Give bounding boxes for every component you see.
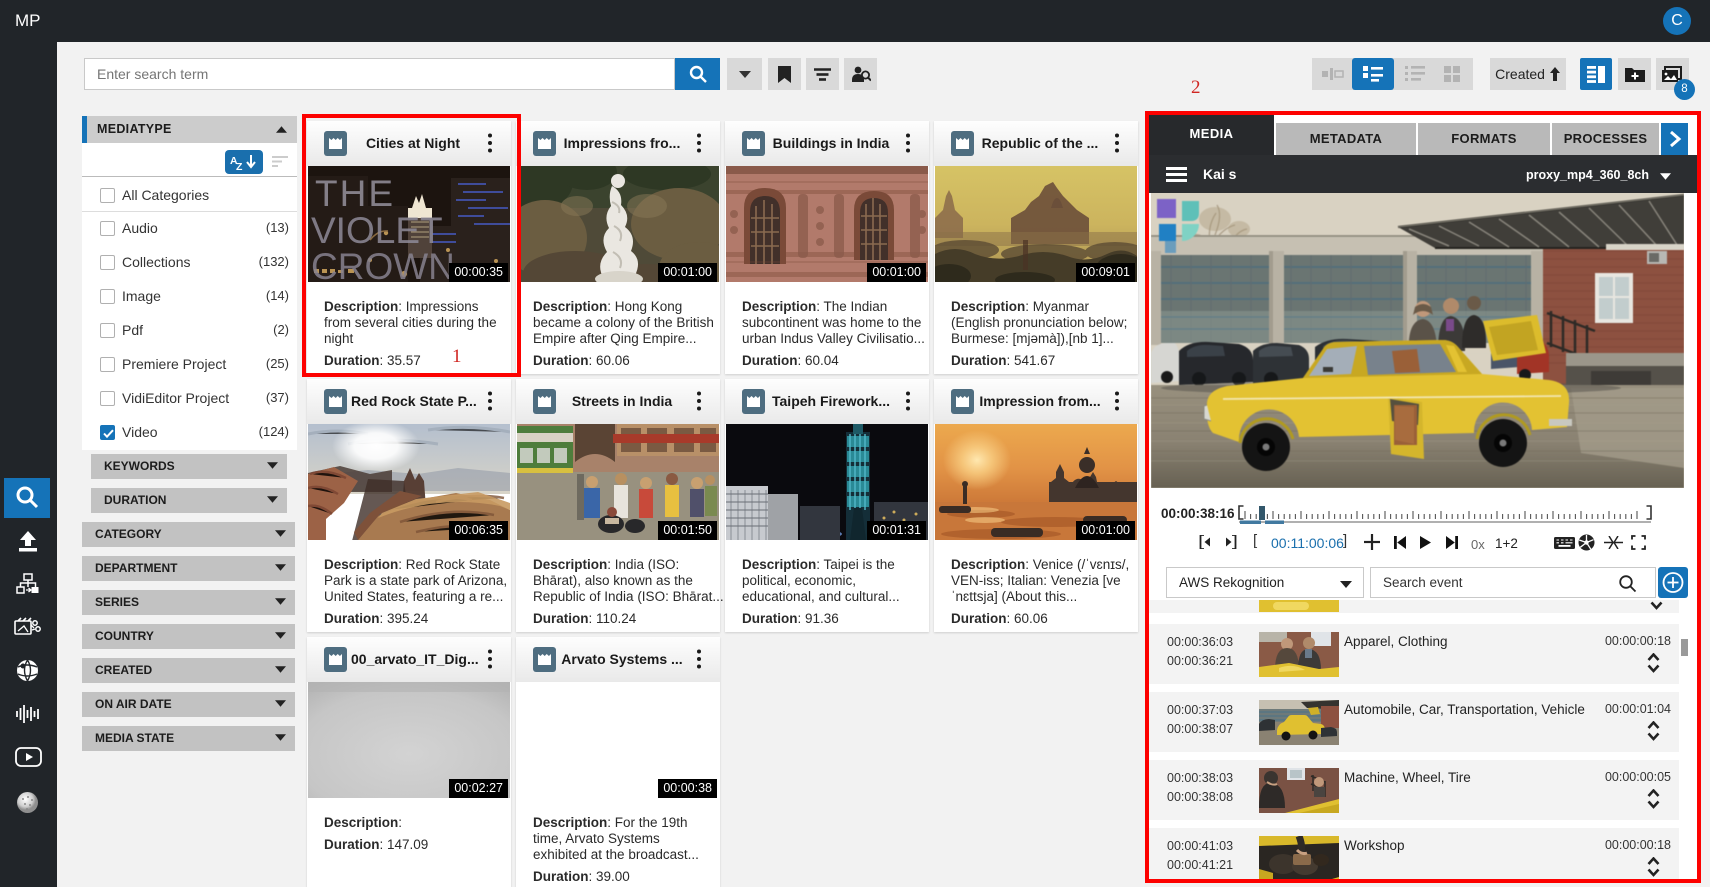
svg-text:Z: Z (236, 161, 243, 173)
